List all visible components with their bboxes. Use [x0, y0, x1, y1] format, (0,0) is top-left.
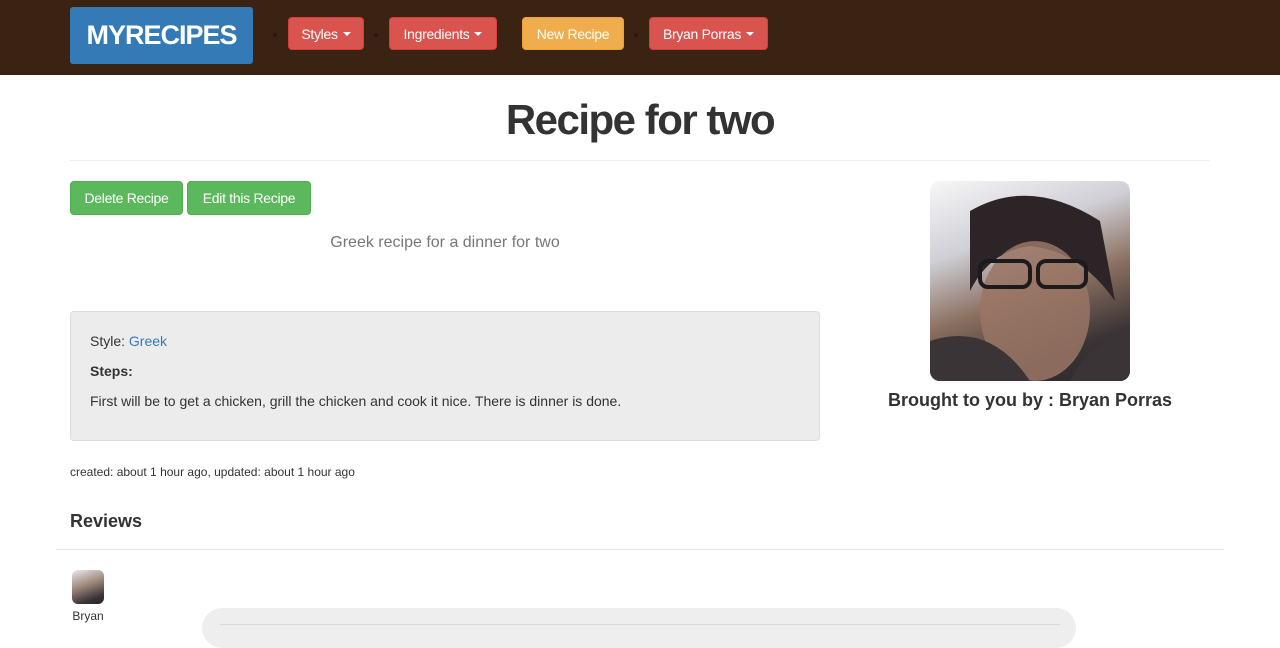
styles-dropdown-button[interactable]: Styles	[288, 17, 364, 50]
recipe-description: Greek recipe for a dinner for two	[330, 234, 560, 251]
style-row: Style: Greek	[90, 333, 167, 349]
chevron-down-icon	[474, 31, 483, 36]
nav-separator	[374, 33, 378, 37]
edit-recipe-button[interactable]: Edit this Recipe	[187, 181, 311, 215]
steps-text: First will be to get a chicken, grill th…	[90, 393, 622, 409]
ingredients-dropdown-button[interactable]: Ingredients	[389, 17, 497, 50]
recipe-details-panel: Style: Greek Steps: First will be to get…	[70, 311, 820, 441]
author-avatar-image	[930, 195, 1130, 381]
user-label: Bryan Porras	[662, 25, 742, 42]
author-avatar	[930, 181, 1130, 381]
divider	[70, 160, 1210, 161]
style-label: Style:	[90, 333, 126, 349]
review-user-avatar	[72, 570, 104, 604]
review-content	[220, 624, 1060, 634]
style-link[interactable]: Greek	[129, 333, 167, 349]
top-navbar: MYRECIPES Styles Ingredients New Recipe …	[0, 0, 1280, 75]
page-title: Recipe for two	[505, 96, 776, 143]
brand-logo[interactable]: MYRECIPES	[70, 7, 253, 64]
chevron-down-icon	[342, 31, 351, 36]
delete-recipe-button[interactable]: Delete Recipe	[70, 181, 183, 215]
user-dropdown-button[interactable]: Bryan Porras	[649, 17, 768, 50]
nav-separator	[634, 33, 638, 37]
reviews-heading: Reviews	[70, 511, 143, 531]
styles-label: Styles	[301, 25, 338, 42]
review-user-name: Bryan	[72, 609, 104, 623]
ingredients-label: Ingredients	[403, 25, 470, 42]
recipe-timestamps: created: about 1 hour ago, updated: abou…	[70, 465, 355, 479]
steps-label: Steps:	[90, 363, 133, 379]
author-credit: Brought to you by : Bryan Porras	[887, 390, 1173, 410]
divider	[56, 549, 1224, 550]
nav-separator	[273, 33, 277, 37]
new-recipe-button[interactable]: New Recipe	[522, 17, 624, 50]
chevron-down-icon	[746, 31, 755, 36]
